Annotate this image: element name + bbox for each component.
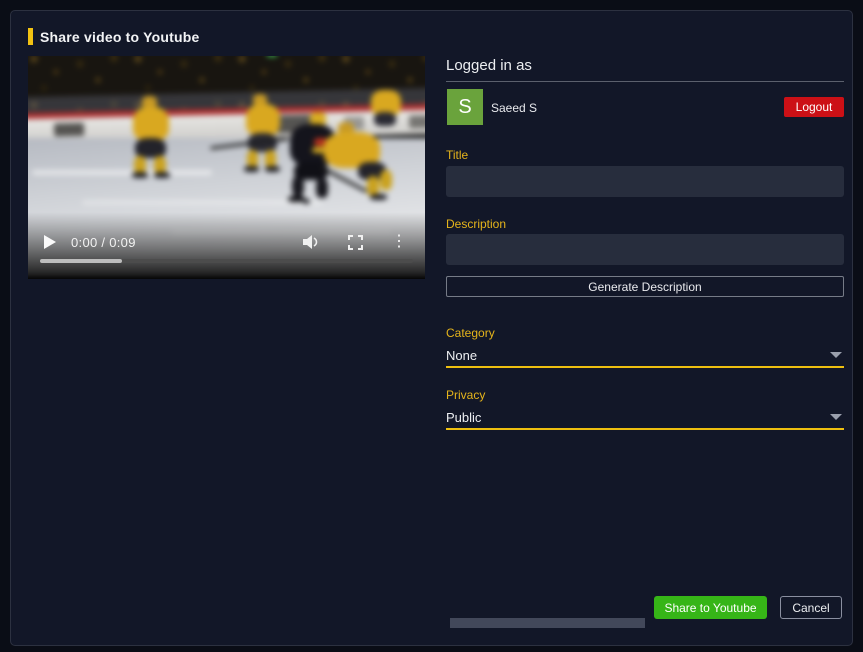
category-label: Category bbox=[446, 326, 495, 340]
privacy-value: Public bbox=[446, 410, 481, 425]
category-select[interactable]: None bbox=[446, 344, 844, 368]
share-to-youtube-button[interactable]: Share to Youtube bbox=[654, 596, 767, 619]
play-button[interactable] bbox=[44, 235, 56, 249]
upload-progress-bar bbox=[450, 618, 645, 628]
title-input[interactable] bbox=[446, 166, 844, 197]
category-value: None bbox=[446, 348, 477, 363]
title-label: Title bbox=[446, 148, 468, 162]
video-controls: 0:00 / 0:09 ⋮ bbox=[28, 229, 425, 255]
fullscreen-icon[interactable] bbox=[348, 235, 363, 250]
logout-button[interactable]: Logout bbox=[784, 97, 844, 117]
dialog-header: Share video to Youtube bbox=[28, 28, 199, 45]
avatar: S bbox=[447, 89, 483, 125]
video-menu-icon[interactable]: ⋮ bbox=[391, 234, 407, 250]
chevron-down-icon bbox=[830, 414, 842, 420]
description-input[interactable] bbox=[446, 234, 844, 265]
video-buffered-segment bbox=[40, 259, 122, 263]
dialog-title: Share video to Youtube bbox=[40, 29, 199, 45]
cancel-button[interactable]: Cancel bbox=[780, 596, 842, 619]
generate-description-button[interactable]: Generate Description bbox=[446, 276, 844, 297]
volume-icon[interactable] bbox=[302, 234, 320, 250]
heading-divider bbox=[446, 81, 844, 82]
account-name: Saeed S bbox=[491, 101, 537, 115]
privacy-label: Privacy bbox=[446, 388, 485, 402]
video-player[interactable]: 0:00 / 0:09 ⋮ bbox=[28, 56, 425, 279]
video-time: 0:00 / 0:09 bbox=[71, 235, 136, 250]
logged-in-heading: Logged in as bbox=[446, 57, 532, 74]
privacy-select[interactable]: Public bbox=[446, 406, 844, 430]
chevron-down-icon bbox=[830, 352, 842, 358]
share-video-dialog: Share video to Youtube bbox=[10, 10, 853, 646]
description-label: Description bbox=[446, 217, 506, 231]
video-progress-bar[interactable] bbox=[40, 259, 413, 263]
accent-bar bbox=[28, 28, 33, 45]
